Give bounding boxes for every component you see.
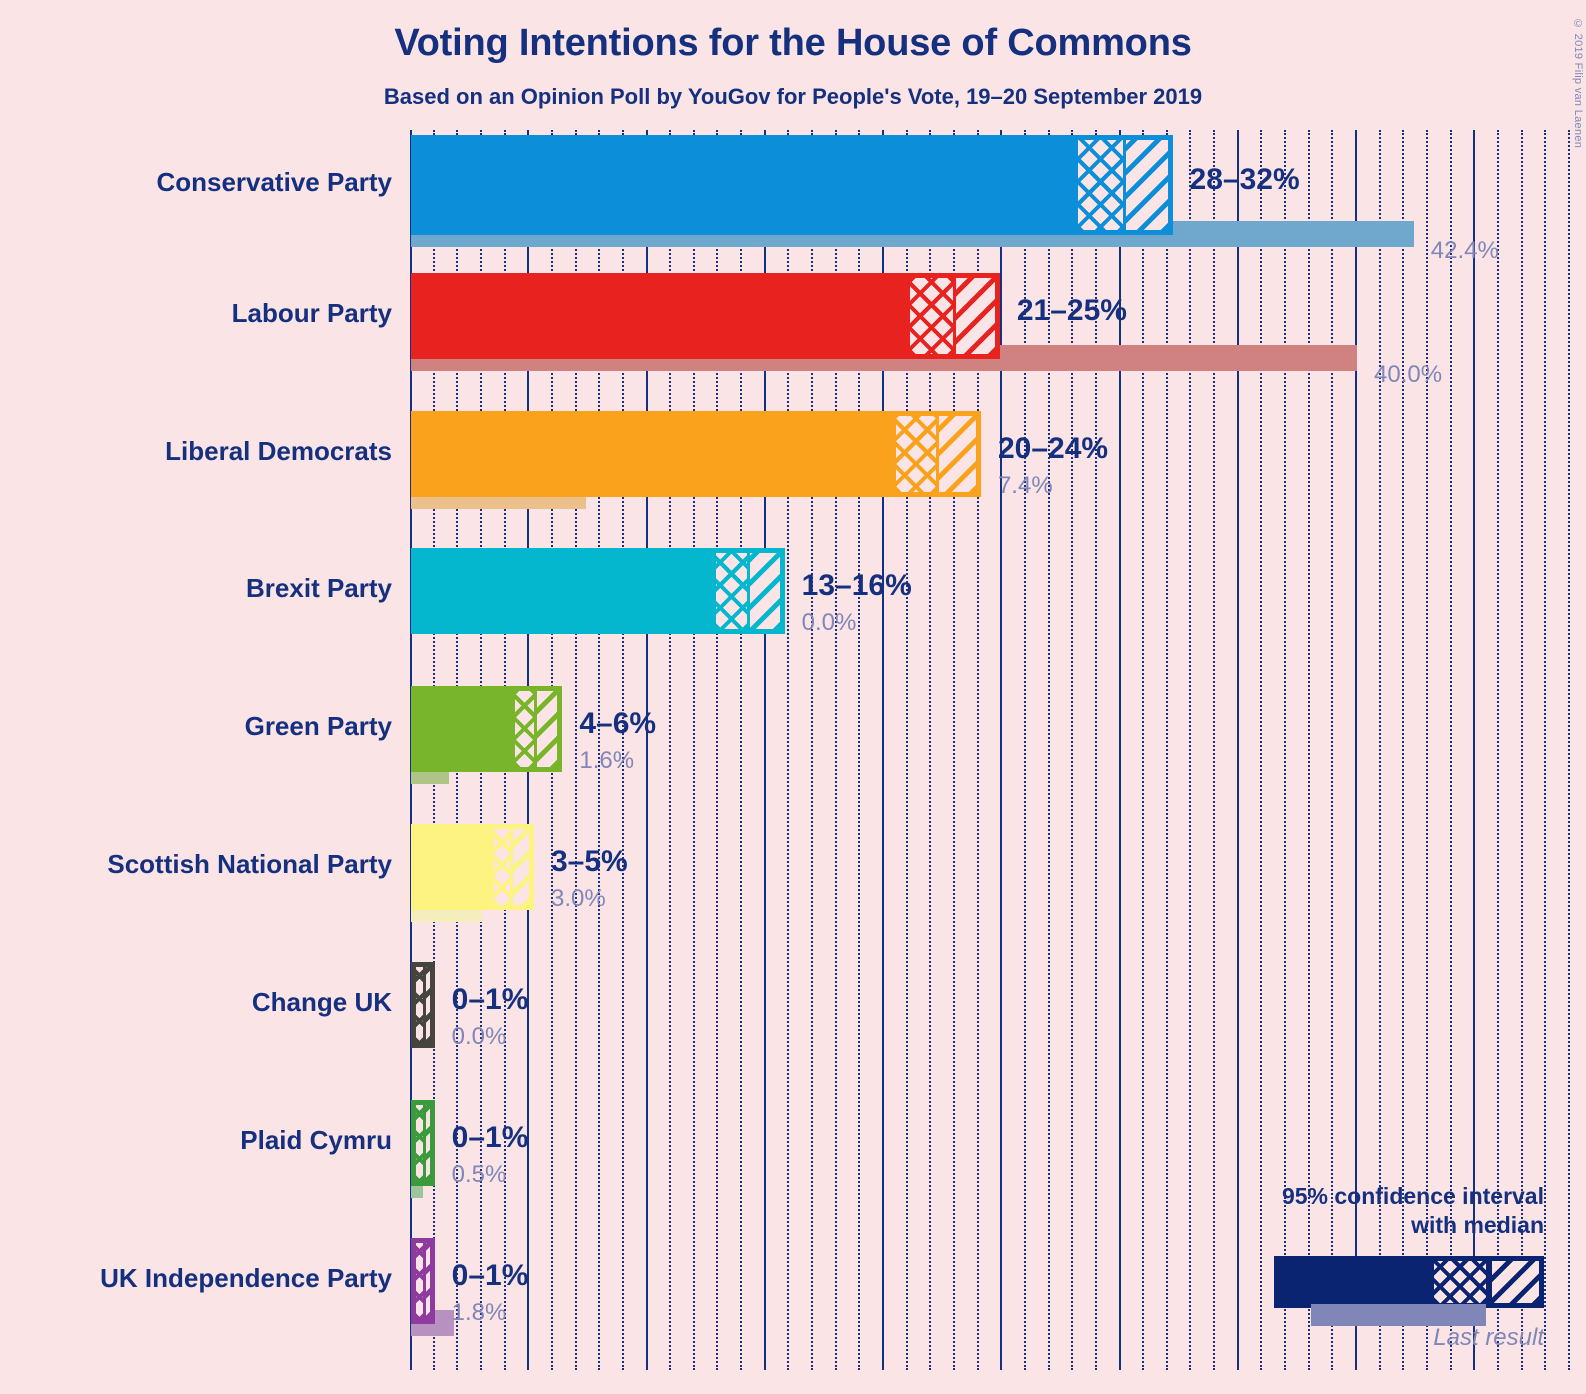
party-label: Labour Party bbox=[231, 298, 392, 328]
confidence-interval-box bbox=[711, 548, 785, 634]
party-label: Plaid Cymru bbox=[240, 1125, 392, 1155]
last-result-value-label: 0.0% bbox=[801, 609, 857, 636]
confidence-interval-box bbox=[905, 273, 1000, 359]
ci-value-label: 20–24% bbox=[997, 432, 1109, 465]
bar-solid-segment bbox=[411, 686, 511, 772]
confidence-interval-box bbox=[489, 824, 534, 910]
confidence-interval-box bbox=[1073, 135, 1173, 235]
ci-lower-half-crosshatch bbox=[716, 553, 747, 629]
party-label: Liberal Democrats bbox=[165, 436, 392, 466]
chart-canvas: Voting Intentions for the House of Commo… bbox=[0, 0, 1586, 1394]
ci-lower-half-crosshatch bbox=[494, 829, 511, 905]
median-marker bbox=[936, 416, 940, 492]
party-label: Brexit Party bbox=[246, 573, 392, 603]
ci-value-label: 4–6% bbox=[579, 707, 657, 740]
gridline-minor bbox=[1142, 130, 1145, 1370]
gridline-minor bbox=[1165, 130, 1168, 1370]
gridline-minor bbox=[1567, 130, 1570, 1370]
page-subtitle: Based on an Opinion Poll by YouGov for P… bbox=[383, 84, 1203, 109]
gridline-minor bbox=[1213, 130, 1216, 1370]
copyright-notice: © 2019 Filip van Laenen bbox=[1572, 18, 1584, 149]
median-marker bbox=[422, 1105, 426, 1181]
confidence-interval-box bbox=[411, 1100, 435, 1186]
party-label: Conservative Party bbox=[156, 167, 392, 197]
median-marker bbox=[422, 1243, 426, 1319]
party-bar bbox=[411, 1100, 435, 1186]
party-label: Change UK bbox=[251, 987, 392, 1017]
ci-upper-half-diagonal-hatch bbox=[952, 278, 995, 354]
legend-line-1: 95% confidence interval bbox=[1281, 1183, 1544, 1209]
median-marker bbox=[952, 278, 956, 354]
party-label: UK Independence Party bbox=[100, 1263, 392, 1293]
bar-solid-segment bbox=[411, 273, 906, 359]
ci-value-label: 13–16% bbox=[801, 569, 912, 602]
party-bar bbox=[411, 135, 1173, 235]
legend-crosshatch bbox=[1434, 1261, 1486, 1303]
ci-lower-half-crosshatch bbox=[910, 278, 953, 354]
ci-lower-half-crosshatch bbox=[416, 1243, 423, 1319]
median-marker bbox=[533, 691, 537, 767]
party-bar bbox=[411, 1238, 435, 1324]
party-bar bbox=[411, 824, 534, 910]
party-label: Green Party bbox=[244, 711, 392, 741]
legend-line-2: with median bbox=[1411, 1211, 1544, 1238]
last-result-value-label: 7.4% bbox=[997, 472, 1053, 499]
ci-upper-half-diagonal-hatch bbox=[746, 553, 780, 629]
median-marker bbox=[1122, 140, 1126, 230]
party-label: Scottish National Party bbox=[107, 849, 392, 879]
last-result-value-label: 0.0% bbox=[451, 1023, 507, 1050]
ci-upper-half-diagonal-hatch bbox=[1122, 140, 1168, 230]
confidence-interval-box bbox=[891, 411, 981, 497]
gridline-major bbox=[1000, 130, 1003, 1370]
last-result-value-label: 1.6% bbox=[579, 747, 635, 774]
legend-last-result-swatch bbox=[1311, 1304, 1486, 1326]
ci-value-label: 3–5% bbox=[550, 845, 628, 878]
last-result-value-label: 0.5% bbox=[451, 1161, 507, 1188]
ci-upper-half-diagonal-hatch bbox=[533, 691, 558, 767]
ci-lower-half-crosshatch bbox=[896, 416, 937, 492]
party-bar bbox=[411, 411, 981, 497]
ci-value-label: 0–1% bbox=[451, 1121, 529, 1154]
median-marker bbox=[422, 967, 426, 1043]
party-bar bbox=[411, 273, 1000, 359]
last-result-value-label: 42.4% bbox=[1430, 237, 1499, 264]
gridline-minor bbox=[1544, 130, 1547, 1370]
bar-solid-segment bbox=[411, 135, 1074, 235]
ci-lower-half-crosshatch bbox=[515, 691, 534, 767]
gridline-minor bbox=[1189, 130, 1192, 1370]
median-marker bbox=[510, 829, 514, 905]
gridline-major bbox=[1236, 130, 1239, 1370]
bar-solid-segment bbox=[411, 824, 490, 910]
gridline-minor bbox=[1260, 130, 1263, 1370]
confidence-interval-box bbox=[411, 1238, 435, 1324]
bar-solid-segment bbox=[411, 548, 712, 634]
ci-lower-half-crosshatch bbox=[1078, 140, 1123, 230]
confidence-interval-box bbox=[510, 686, 563, 772]
ci-value-label: 0–1% bbox=[451, 983, 529, 1016]
last-result-value-label: 3.0% bbox=[550, 885, 606, 912]
last-result-value-label: 40.0% bbox=[1374, 361, 1443, 388]
legend-last-result-label: Last result bbox=[1433, 1324, 1544, 1351]
party-bar bbox=[411, 962, 435, 1048]
median-marker bbox=[746, 553, 750, 629]
legend-title: 95% confidence interval with median bbox=[1282, 1182, 1544, 1240]
legend-diagonal-hatch bbox=[1492, 1261, 1539, 1303]
ci-upper-half-diagonal-hatch bbox=[936, 416, 976, 492]
last-result-value-label: 1.8% bbox=[451, 1299, 507, 1326]
party-bar bbox=[411, 548, 785, 634]
ci-value-label: 21–25% bbox=[1016, 294, 1127, 327]
ci-value-label: 28–32% bbox=[1189, 163, 1300, 196]
ci-lower-half-crosshatch bbox=[416, 967, 423, 1043]
bar-solid-segment bbox=[411, 411, 892, 497]
page-title: Voting Intentions for the House of Commo… bbox=[394, 22, 1192, 64]
party-bar bbox=[411, 686, 563, 772]
confidence-interval-box bbox=[411, 962, 435, 1048]
ci-value-label: 0–1% bbox=[451, 1259, 529, 1292]
ci-lower-half-crosshatch bbox=[416, 1105, 423, 1181]
legend-ci-swatch bbox=[1274, 1256, 1544, 1308]
